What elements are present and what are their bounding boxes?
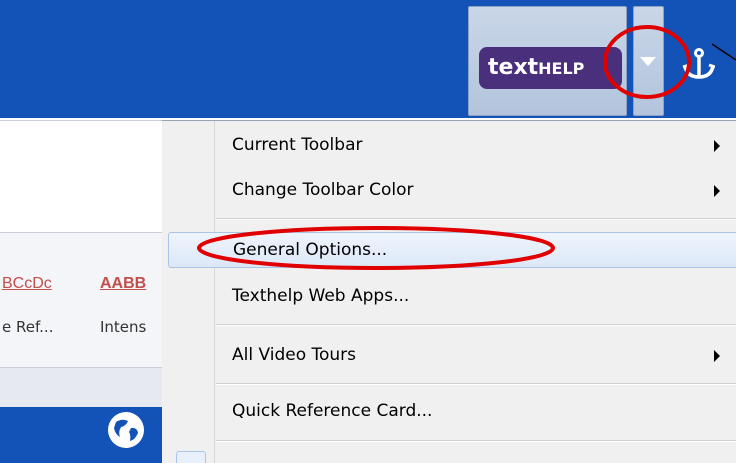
screenshot-root: textHELP BCcDc AABB e Ref... Intens Curr… [0, 0, 736, 463]
style-sample-subtle-reference[interactable]: BCcDc [2, 275, 88, 293]
chevron-down-icon[interactable] [640, 57, 656, 66]
menu-item-all-video-tours[interactable]: All Video Tours [216, 337, 736, 373]
menu-separator [216, 383, 736, 385]
submenu-arrow-icon [714, 350, 720, 362]
submenu-arrow-icon [714, 140, 720, 152]
menu-separator [216, 440, 736, 442]
menu-icon-gutter [162, 121, 215, 463]
texthelp-logo[interactable]: textHELP [479, 47, 622, 89]
style-name-intense-reference: Intens [100, 318, 147, 336]
ribbon-group-label-bar [0, 367, 162, 408]
document-area [0, 120, 162, 231]
styles-gallery [0, 232, 162, 368]
menu-item-checkbox[interactable] [176, 451, 206, 463]
style-name-subtle-reference: e Ref... [2, 318, 54, 336]
logo-text-upper: HELP [538, 59, 585, 78]
menu-item-general-options[interactable]: General Options... [168, 232, 736, 268]
menu-item-quick-reference-card[interactable]: Quick Reference Card... [216, 393, 736, 429]
style-sample-intense-reference[interactable]: AABB [100, 275, 162, 293]
anchor-icon[interactable] [679, 46, 715, 82]
menu-separator [216, 218, 736, 220]
logo-text-lower: text [488, 55, 539, 80]
submenu-arrow-icon [714, 185, 720, 197]
menu-item-texthelp-web-apps[interactable]: Texthelp Web Apps... [216, 278, 736, 314]
globe-icon[interactable] [106, 410, 146, 450]
menu-separator [216, 324, 736, 326]
menu-item-current-toolbar[interactable]: Current Toolbar [216, 127, 736, 163]
menu-item-change-toolbar-color[interactable]: Change Toolbar Color [216, 172, 736, 208]
